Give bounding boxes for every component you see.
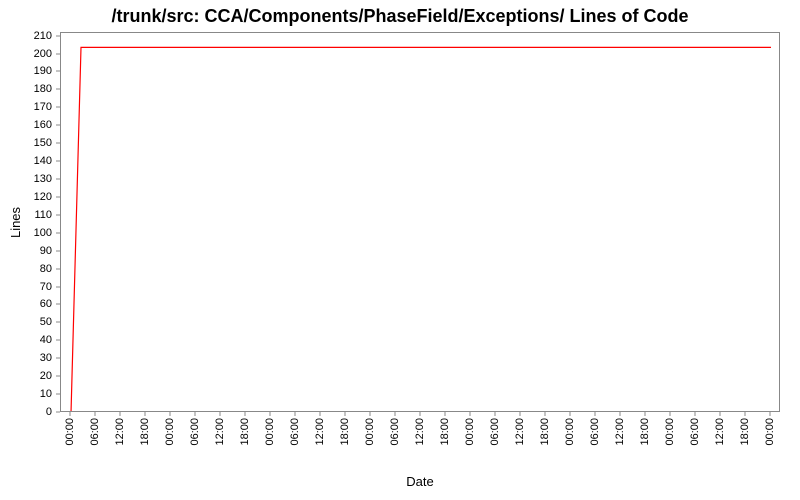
x-tick-label: 18:00 [539,418,551,446]
x-tick-label: 18:00 [339,418,351,446]
x-tick-mark [720,412,721,416]
y-tick-label: 140 [34,155,52,167]
y-axis-ticks: 0102030405060708090100110120130140150160… [0,32,56,412]
y-tick-label: 0 [46,406,52,418]
x-tick-label: 00:00 [664,418,676,446]
y-tick-label: 180 [34,83,52,95]
x-tick-mark [570,412,571,416]
y-tick-label: 70 [40,281,52,293]
x-tick-mark [670,412,671,416]
x-tick-label: 06:00 [189,418,201,446]
y-tick-label: 60 [40,298,52,310]
x-tick-label: 00:00 [64,418,76,446]
x-tick-label: 18:00 [439,418,451,446]
y-tick-label: 10 [40,388,52,400]
x-tick-mark [445,412,446,416]
x-tick-label: 12:00 [614,418,626,446]
x-tick-mark [295,412,296,416]
y-tick-label: 150 [34,137,52,149]
series-lines-of-code [71,47,771,412]
loc-chart: /trunk/src: CCA/Components/PhaseField/Ex… [0,0,800,500]
x-tick-mark [745,412,746,416]
y-tick-label: 90 [40,245,52,257]
y-tick-label: 160 [34,119,52,131]
y-tick-label: 130 [34,173,52,185]
x-tick-mark [320,412,321,416]
x-tick-mark [220,412,221,416]
x-tick-label: 12:00 [414,418,426,446]
x-tick-label: 00:00 [464,418,476,446]
x-tick-label: 00:00 [164,418,176,446]
x-axis-label: Date [60,474,780,489]
y-tick-label: 210 [34,30,52,42]
x-tick-mark [95,412,96,416]
x-tick-label: 06:00 [589,418,601,446]
y-tick-label: 30 [40,352,52,364]
x-tick-label: 06:00 [389,418,401,446]
x-tick-mark [170,412,171,416]
x-tick-label: 18:00 [639,418,651,446]
x-tick-mark [495,412,496,416]
x-tick-label: 18:00 [739,418,751,446]
chart-title: /trunk/src: CCA/Components/PhaseField/Ex… [0,6,800,27]
plot-area [60,32,780,412]
y-tick-label: 100 [34,227,52,239]
x-tick-label: 06:00 [689,418,701,446]
x-tick-label: 06:00 [289,418,301,446]
x-tick-label: 12:00 [214,418,226,446]
x-tick-label: 12:00 [314,418,326,446]
plot-svg [61,33,780,412]
x-tick-mark [770,412,771,416]
x-tick-label: 12:00 [514,418,526,446]
x-tick-mark [695,412,696,416]
y-tick-label: 190 [34,65,52,77]
y-tick-label: 50 [40,316,52,328]
x-tick-mark [70,412,71,416]
x-tick-label: 18:00 [239,418,251,446]
x-tick-mark [195,412,196,416]
x-tick-mark [395,412,396,416]
x-tick-mark [420,412,421,416]
x-tick-mark [370,412,371,416]
x-tick-mark [145,412,146,416]
x-tick-label: 00:00 [764,418,776,446]
x-tick-label: 00:00 [264,418,276,446]
x-tick-mark [245,412,246,416]
x-tick-label: 06:00 [489,418,501,446]
y-tick-label: 20 [40,370,52,382]
x-tick-label: 12:00 [714,418,726,446]
x-axis-ticks: 00:00 06:00 12:00 18:00 00:00 06:00 12:00 18:00… [60,412,780,472]
x-tick-mark [345,412,346,416]
x-tick-mark [595,412,596,416]
x-tick-mark [645,412,646,416]
x-tick-mark [520,412,521,416]
y-tick-label: 80 [40,263,52,275]
y-tick-label: 200 [34,48,52,60]
x-tick-label: 18:00 [139,418,151,446]
y-tick-label: 110 [34,209,52,221]
x-tick-mark [545,412,546,416]
y-tick-label: 40 [40,334,52,346]
x-tick-label: 06:00 [89,418,101,446]
x-tick-mark [270,412,271,416]
x-tick-mark [120,412,121,416]
x-tick-mark [470,412,471,416]
x-tick-label: 12:00 [114,418,126,446]
y-tick-label: 170 [34,101,52,113]
x-tick-label: 00:00 [364,418,376,446]
y-tick-label: 120 [34,191,52,203]
x-tick-label: 00:00 [564,418,576,446]
x-tick-mark [620,412,621,416]
